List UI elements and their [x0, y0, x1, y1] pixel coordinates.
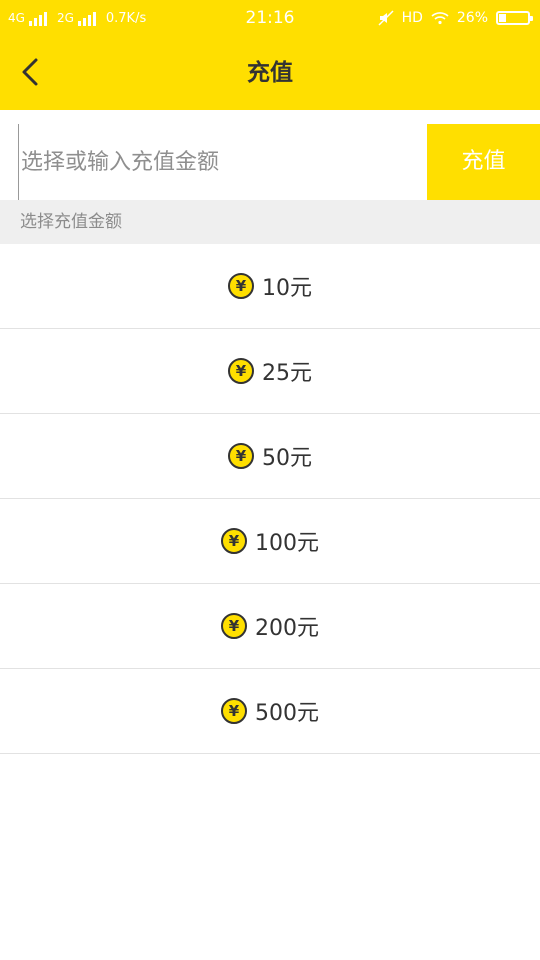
- page-title: 充值: [247, 60, 293, 86]
- wifi-icon: [431, 12, 449, 25]
- section-label: 选择充值金额: [0, 200, 540, 244]
- recharge-input-row: 充值: [0, 124, 540, 200]
- status-bar: 4G 2G 0.7K/s 21:16 HD 26%: [0, 0, 540, 36]
- amount-label: 10元: [262, 276, 312, 301]
- amount-label: 50元: [262, 446, 312, 471]
- amount-option[interactable]: ¥50元: [0, 414, 540, 499]
- amount-label: 200元: [255, 616, 319, 641]
- hd-label: HD: [401, 10, 423, 26]
- amount-option[interactable]: ¥500元: [0, 669, 540, 754]
- top-app-bar: 充值: [0, 36, 540, 110]
- yuan-coin-icon: ¥: [221, 528, 247, 554]
- battery-icon: [496, 11, 533, 25]
- battery-percent: 26%: [456, 10, 488, 26]
- amount-options-list: ¥10元 ¥25元 ¥50元 ¥100元 ¥200元 ¥500元: [0, 244, 540, 754]
- amount-option[interactable]: ¥10元: [0, 244, 540, 329]
- amount-label: 25元: [262, 361, 312, 386]
- mute-icon: [378, 10, 394, 26]
- status-right: HD 26%: [378, 0, 533, 36]
- amount-option[interactable]: ¥25元: [0, 329, 540, 414]
- yuan-coin-icon: ¥: [228, 358, 254, 384]
- amount-option[interactable]: ¥100元: [0, 499, 540, 584]
- yuan-coin-icon: ¥: [228, 273, 254, 299]
- amount-label: 100元: [255, 531, 319, 556]
- yuan-coin-icon: ¥: [228, 443, 254, 469]
- amount-label: 500元: [255, 701, 319, 726]
- yuan-coin-icon: ¥: [221, 613, 247, 639]
- amount-input[interactable]: [18, 124, 418, 200]
- amount-option[interactable]: ¥200元: [0, 584, 540, 669]
- yuan-coin-icon: ¥: [221, 698, 247, 724]
- recharge-button[interactable]: 充值: [427, 124, 540, 200]
